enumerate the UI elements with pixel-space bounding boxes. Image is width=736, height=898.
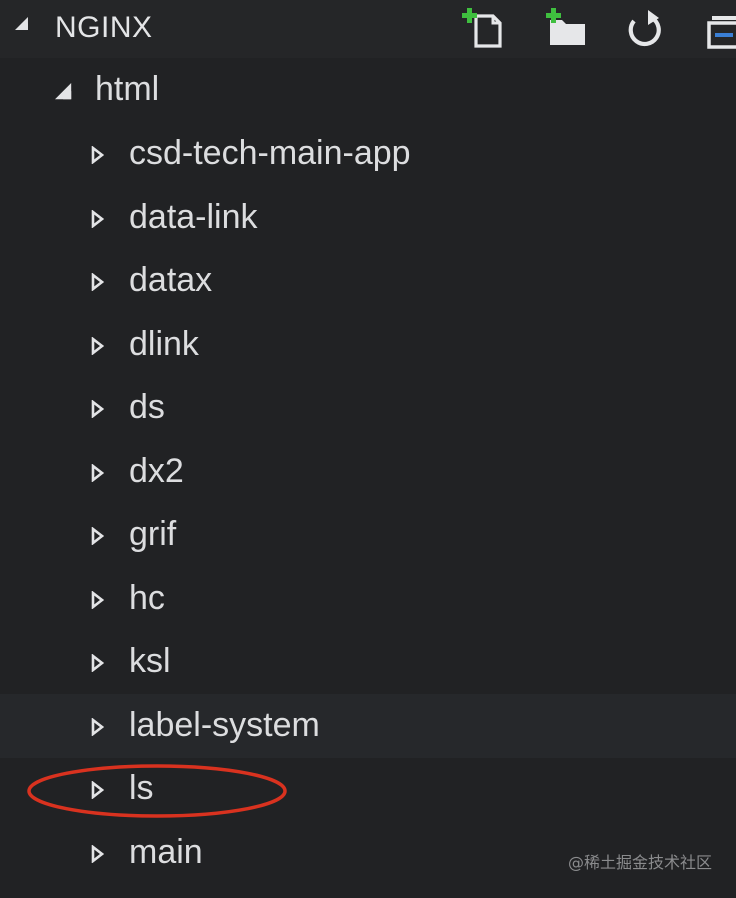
tree-folder-item[interactable]: ds xyxy=(0,376,736,440)
tree-folder-item[interactable]: grif xyxy=(0,503,736,567)
tree-item-label: ds xyxy=(129,388,165,426)
collapsed-arrow-icon[interactable] xyxy=(91,527,104,545)
tree-item-label: main xyxy=(129,833,203,871)
collapsed-arrow-icon[interactable] xyxy=(91,400,104,418)
explorer-section-header[interactable]: NGINX xyxy=(0,0,736,58)
tree-item-label: datax xyxy=(129,261,213,299)
tree-item-label: data-link xyxy=(129,198,258,236)
tree-folder-html[interactable]: html xyxy=(0,58,736,122)
collapsed-arrow-icon[interactable] xyxy=(91,337,104,355)
refresh-button[interactable] xyxy=(622,4,668,50)
new-folder-icon xyxy=(546,8,585,45)
tree-folder-item[interactable]: ksl xyxy=(0,630,736,694)
watermark: @稀土掘金技术社区 xyxy=(567,853,712,872)
expanded-arrow-icon[interactable] xyxy=(55,83,72,100)
collapse-all-button[interactable] xyxy=(700,4,736,50)
collapsed-arrow-icon[interactable] xyxy=(91,210,104,228)
tree-item-label: html xyxy=(95,70,160,108)
collapsed-arrow-icon[interactable] xyxy=(91,591,104,609)
new-folder-button[interactable] xyxy=(544,4,590,50)
tree-folder-item[interactable]: csd-tech-main-app xyxy=(0,122,736,186)
tree-folder-item[interactable]: data-link xyxy=(0,186,736,250)
tree-folder-item[interactable]: dlink xyxy=(0,313,736,377)
tree-item-label: ksl xyxy=(129,642,171,680)
tree-folder-item[interactable]: dx2 xyxy=(0,440,736,504)
collapsed-arrow-icon[interactable] xyxy=(91,718,104,736)
new-file-button[interactable] xyxy=(460,4,506,50)
tree-item-label: csd-tech-main-app xyxy=(129,134,411,172)
tree-item-label: hc xyxy=(129,579,165,617)
tree-item-label: label-system xyxy=(129,706,320,744)
collapsed-arrow-icon[interactable] xyxy=(91,845,104,863)
tree-item-label: dlink xyxy=(129,325,199,363)
tree-item-label: grif xyxy=(129,515,177,553)
collapsed-arrow-icon[interactable] xyxy=(91,654,104,672)
new-file-icon xyxy=(462,8,502,48)
section-expanded-arrow-icon[interactable] xyxy=(15,17,28,30)
tree-item-label: dx2 xyxy=(129,452,184,490)
collapsed-arrow-icon[interactable] xyxy=(91,146,104,164)
refresh-icon xyxy=(628,10,661,47)
annotation-ellipse xyxy=(27,764,287,818)
tree-folder-item[interactable]: label-system xyxy=(0,694,736,758)
tree-folder-item[interactable]: hc xyxy=(0,567,736,631)
collapsed-arrow-icon[interactable] xyxy=(91,464,104,482)
tree-folder-item[interactable]: datax xyxy=(0,249,736,313)
collapse-all-icon xyxy=(707,16,736,49)
section-title: NGINX xyxy=(55,11,153,44)
collapsed-arrow-icon[interactable] xyxy=(91,273,104,291)
